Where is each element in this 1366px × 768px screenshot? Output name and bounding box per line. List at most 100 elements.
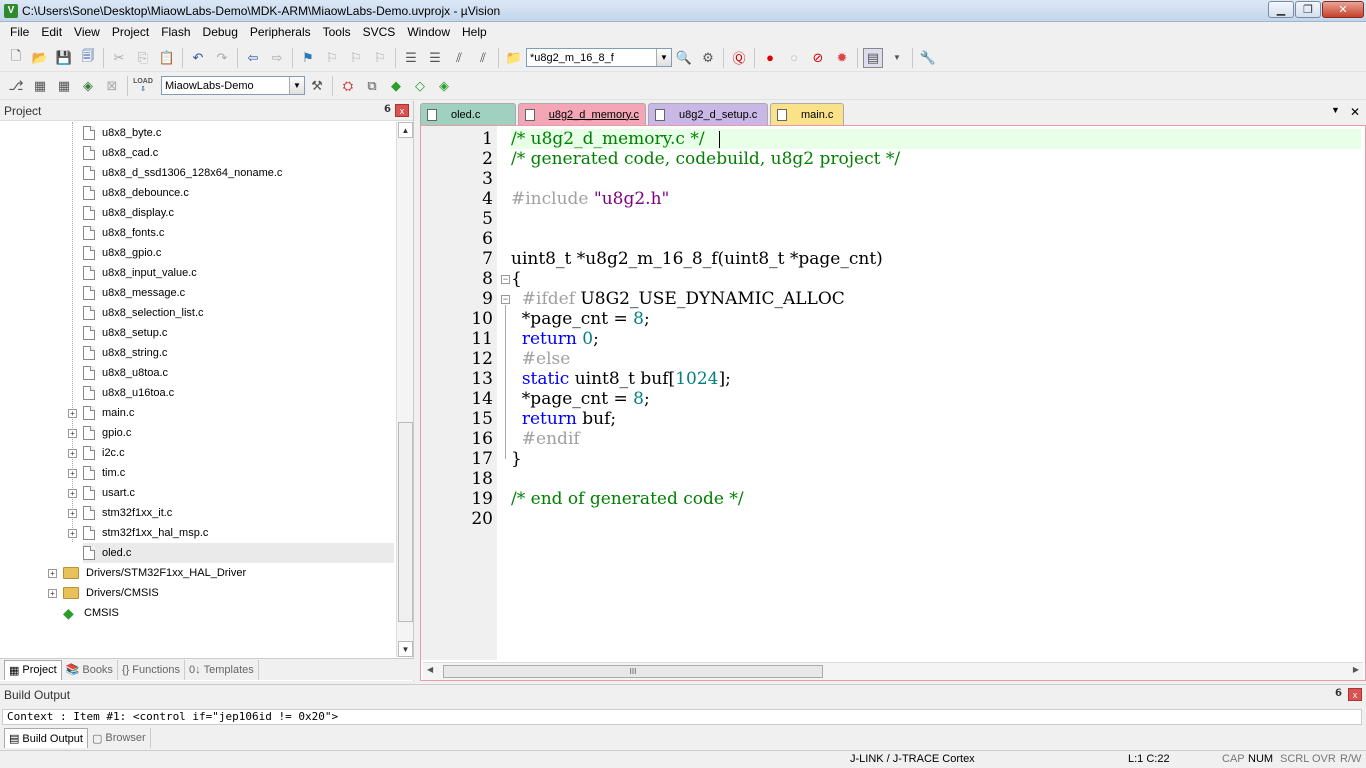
close-icon[interactable]: x [1348, 688, 1362, 701]
find-in-files-icon[interactable]: 📁 [504, 48, 524, 68]
tree-item[interactable]: u8x8_gpio.c [83, 243, 394, 263]
configure-icon[interactable]: 🔧 [918, 48, 938, 68]
file-extensions-icon[interactable]: ⧉ [362, 76, 382, 96]
comment-icon[interactable]: ⫽ [449, 48, 469, 68]
tree-item[interactable]: u8x8_debounce.c [83, 183, 394, 203]
paste-icon[interactable]: 📋 [157, 48, 177, 68]
tab-list-icon[interactable]: ▼ [1331, 105, 1340, 119]
rebuild-icon[interactable]: ▦ [54, 76, 74, 96]
tree-item[interactable]: u8x8_d_ssd1306_128x64_noname.c [83, 163, 394, 183]
window-layout-dropdown-icon[interactable]: ▼ [887, 48, 907, 68]
minimize-button[interactable]: ▁ [1268, 1, 1294, 18]
scroll-thumb[interactable]: III [443, 665, 823, 678]
tree-item[interactable]: u8x8_selection_list.c [83, 303, 394, 323]
tree-item[interactable]: + stm32f1xx_hal_msp.c [68, 523, 394, 543]
tree-item[interactable]: u8x8_byte.c [83, 123, 394, 143]
tab-templates[interactable]: 0↓ Templates [185, 659, 259, 680]
menu-svcs[interactable]: SVCS [357, 22, 402, 43]
tree-item[interactable]: u8x8_u8toa.c [83, 363, 394, 383]
redo-icon[interactable]: ↷ [212, 48, 232, 68]
tab-oled-c[interactable]: oled.c [420, 103, 516, 125]
kill-breakpoints-icon[interactable]: ✹ [832, 48, 852, 68]
select-software-packs-icon[interactable]: ◇ [410, 76, 430, 96]
find-replace-icon[interactable]: ⚙ [698, 48, 718, 68]
menu-window[interactable]: Window [401, 22, 456, 43]
code-editor[interactable]: 1 2 3 4 5 6 7 8 9 10 11 12 13 14 15 16 17 18 19 20 /* u8g2_… [420, 125, 1366, 681]
expand-icon[interactable]: + [68, 468, 77, 478]
menu-edit[interactable]: Edit [35, 22, 68, 43]
tree-item[interactable]: + Drivers/STM32F1xx_HAL_Driver [48, 563, 394, 583]
manage-project-items-icon[interactable]: ⛭ [338, 76, 358, 96]
find-icon[interactable]: 🔍 [674, 48, 694, 68]
expand-icon[interactable]: + [68, 488, 77, 498]
tab-functions[interactable]: {} Functions [118, 659, 185, 680]
navigate-forward-icon[interactable]: ⇨ [267, 48, 287, 68]
tree-item[interactable]: u8x8_cad.c [83, 143, 394, 163]
copy-icon[interactable]: ⎘ [133, 48, 153, 68]
find-combo[interactable]: *u8g2_m_16_8_f ▼ [526, 48, 672, 67]
expand-icon[interactable]: + [48, 588, 57, 598]
manage-run-time-environment-icon[interactable]: ◆ [386, 76, 406, 96]
expand-icon[interactable]: + [68, 428, 77, 438]
window-layout-icon[interactable]: ▤ [863, 47, 883, 68]
cut-icon[interactable]: ✂ [109, 48, 129, 68]
tree-item[interactable]: u8x8_u16toa.c [83, 383, 394, 403]
scroll-left-icon[interactable]: ◀ [427, 665, 433, 674]
build-icon[interactable]: ▦ [30, 76, 50, 96]
tab-u8g2-d-memory-c[interactable]: u8g2_d_memory.c [518, 103, 646, 125]
chevron-down-icon[interactable]: ▼ [656, 49, 671, 66]
menu-view[interactable]: View [68, 22, 106, 43]
menu-help[interactable]: Help [456, 22, 493, 43]
tree-item[interactable]: + gpio.c [68, 423, 394, 443]
pack-installer-icon[interactable]: ◈ [434, 76, 454, 96]
scroll-right-icon[interactable]: ▶ [1353, 665, 1359, 674]
tab-browser[interactable]: ▢ Browser [88, 728, 151, 748]
project-tree-scrollbar[interactable]: ▲ ▼ [396, 122, 413, 657]
close-tab-icon[interactable]: ✕ [1350, 105, 1360, 119]
menu-project[interactable]: Project [106, 22, 155, 43]
undo-icon[interactable]: ↶ [188, 48, 208, 68]
navigate-back-icon[interactable]: ⇦ [243, 48, 263, 68]
tree-item[interactable]: + Drivers/CMSIS [48, 583, 394, 603]
tree-item[interactable]: + tim.c [68, 463, 394, 483]
tree-item[interactable]: u8x8_string.c [83, 343, 394, 363]
tree-item[interactable]: ◆ CMSIS [63, 603, 394, 623]
start-debug-icon[interactable]: Ⓠ [729, 48, 749, 68]
fold-toggle-icon[interactable]: − [501, 275, 510, 284]
tab-u8g2-d-setup-c[interactable]: u8g2_d_setup.c [648, 103, 768, 125]
tree-item[interactable]: + usart.c [68, 483, 394, 503]
next-bookmark-icon[interactable]: ⚐ [346, 48, 366, 68]
new-file-icon[interactable]: 🗋 [6, 48, 26, 68]
tab-books[interactable]: 📚 Books [62, 659, 118, 680]
menu-file[interactable]: File [4, 22, 35, 43]
tab-main-c[interactable]: main.c [770, 103, 844, 125]
open-folder-icon[interactable]: 📂 [30, 48, 50, 68]
prev-bookmark-icon[interactable]: ⚐ [322, 48, 342, 68]
build-output-text[interactable]: Context : Item #1: <control if="jep106id… [2, 709, 1362, 725]
tree-item[interactable]: + stm32f1xx_it.c [68, 503, 394, 523]
editor-hscrollbar[interactable]: ◀ III ▶ [423, 662, 1363, 680]
tab-project[interactable]: ▦ Project [4, 659, 62, 680]
fold-toggle-icon[interactable]: − [501, 295, 510, 304]
enable-breakpoint-icon[interactable]: ○ [784, 48, 804, 68]
pin-icon[interactable]: 𝟲 [1335, 688, 1342, 699]
load-download-icon[interactable]: LOAD ⇩ [133, 76, 153, 96]
tree-item[interactable]: + i2c.c [68, 443, 394, 463]
disable-breakpoints-icon[interactable]: ⊘ [808, 48, 828, 68]
tree-item[interactable]: u8x8_display.c [83, 203, 394, 223]
close-icon[interactable]: x [395, 104, 409, 117]
pin-icon[interactable]: 𝟲 [384, 104, 391, 115]
indent-icon[interactable]: ☰ [401, 48, 421, 68]
target-options-icon[interactable]: ⚒ [307, 76, 327, 96]
tree-item[interactable]: u8x8_input_value.c [83, 263, 394, 283]
batch-build-icon[interactable]: ◈ [78, 76, 98, 96]
bookmark-icon[interactable]: ⚑ [298, 48, 318, 68]
tree-item[interactable]: u8x8_fonts.c [83, 223, 394, 243]
insert-breakpoint-icon[interactable]: ● [760, 48, 780, 68]
expand-icon[interactable]: + [68, 448, 77, 458]
expand-icon[interactable]: + [68, 528, 77, 538]
save-all-icon[interactable]: 🗐 [78, 48, 98, 68]
expand-icon[interactable]: + [68, 508, 77, 518]
uncomment-icon[interactable]: ⫽ [473, 48, 493, 68]
target-combo[interactable]: MiaowLabs-Demo ▼ [161, 76, 305, 95]
